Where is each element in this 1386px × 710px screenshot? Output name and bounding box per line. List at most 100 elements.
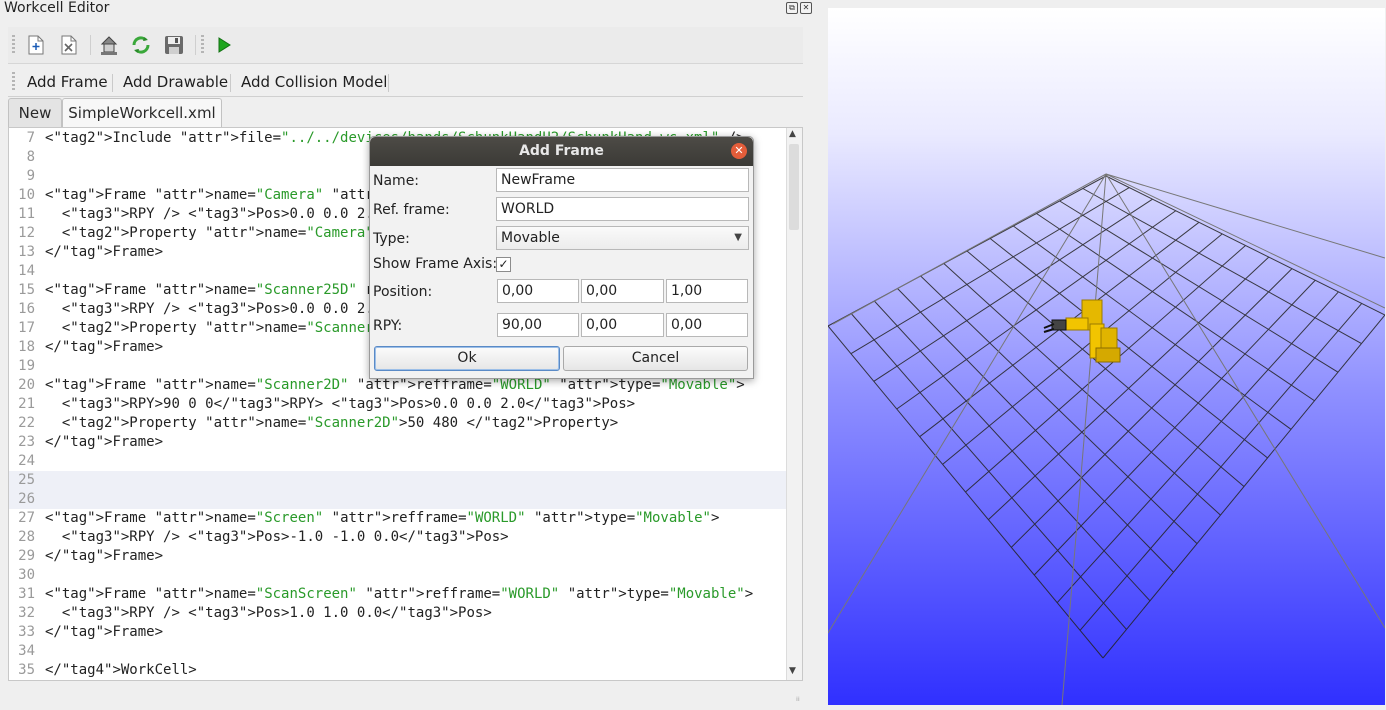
line-number: 14 <box>18 263 35 279</box>
line-number: 20 <box>18 377 35 393</box>
line-number: 18 <box>18 339 35 355</box>
scroll-up-icon[interactable]: ▲ <box>789 129 796 139</box>
line-number: 22 <box>18 415 35 431</box>
name-label: Name: <box>373 173 420 189</box>
code-line[interactable]: 29 </"tag">Frame> <box>9 547 787 566</box>
type-select[interactable]: Movable ▼ <box>496 226 749 250</box>
grid-line <box>1102 314 1385 659</box>
toolbar-grip <box>201 35 204 55</box>
line-text: </"tag">Frame> <box>45 244 164 260</box>
tab-new[interactable]: New <box>8 98 62 127</box>
robot-model <box>1043 299 1121 363</box>
grid-line <box>828 325 1104 659</box>
3d-viewport[interactable] <box>828 8 1385 705</box>
grid-line <box>920 275 1198 545</box>
line-number: 21 <box>18 396 35 412</box>
scroll-down-icon[interactable]: ▼ <box>789 666 796 676</box>
scene-grid <box>828 173 1385 705</box>
line-text: <"tag">Frame "attr">name="Screen" "attr"… <box>45 510 720 526</box>
line-number: 16 <box>18 301 35 317</box>
code-line[interactable]: 23 </"tag">Frame> <box>9 433 787 452</box>
show-frame-axis-label: Show Frame Axis: <box>373 256 498 272</box>
save-icon[interactable] <box>162 33 186 57</box>
code-line[interactable]: 24 <box>9 452 787 471</box>
line-number: 17 <box>18 320 35 336</box>
rpy-yaw-field[interactable]: 0,00 <box>666 313 748 337</box>
new-file-icon[interactable] <box>24 33 48 57</box>
code-line[interactable]: 34 <box>9 642 787 661</box>
cancel-button[interactable]: Cancel <box>563 346 748 371</box>
line-number: 8 <box>26 149 35 165</box>
add-frame-button[interactable]: Add Frame <box>27 73 108 91</box>
code-line[interactable]: 30 <box>9 566 787 585</box>
position-y-field[interactable]: 0,00 <box>581 279 664 303</box>
code-line[interactable]: 31 <"tag">Frame "attr">name="ScanScreen" … <box>9 585 787 604</box>
grid-line <box>1079 303 1363 631</box>
code-line[interactable]: 32 <"tag3">RPY /> <"tag3">Pos>1.0 1.0 0.… <box>9 604 787 623</box>
ref-frame-label: Ref. frame: <box>373 202 450 218</box>
toolbar <box>8 27 803 64</box>
toolbar-separator <box>388 74 389 92</box>
name-field[interactable]: NewFrame <box>496 168 749 192</box>
scroll-thumb[interactable] <box>789 144 799 230</box>
line-number: 12 <box>18 225 35 241</box>
line-text: </"tag4">WorkCell> <box>45 662 197 678</box>
type-label: Type: <box>373 231 410 247</box>
toolbar-separator <box>112 74 113 92</box>
toolbar-grip[interactable] <box>12 72 15 92</box>
add-collision-model-button[interactable]: Add Collision Model <box>241 73 387 91</box>
line-text: </"tag">Frame> <box>45 548 164 564</box>
line-number: 19 <box>18 358 35 374</box>
line-number: 26 <box>18 491 35 507</box>
position-label: Position: <box>373 284 433 300</box>
dock-title-bar: Workcell Editor ⧉ ✕ <box>0 0 815 20</box>
grid-line <box>850 313 1127 630</box>
position-z-field[interactable]: 1,00 <box>666 279 748 303</box>
toolbar-separator <box>195 35 196 55</box>
line-text: <"tag">Frame "attr">name="ScanScreen" "a… <box>45 586 754 602</box>
grid-line <box>897 288 1174 573</box>
line-number: 32 <box>18 605 35 621</box>
reload-icon[interactable] <box>129 33 153 57</box>
line-number: 15 <box>18 282 35 298</box>
code-line[interactable]: 21 <"tag3">RPY>90 0 0</"tag3">RPY> <"tag… <box>9 395 787 414</box>
code-line[interactable]: 33 </"tag">Frame> <box>9 623 787 642</box>
line-number: 30 <box>18 567 35 583</box>
rpy-pitch-field[interactable]: 0,00 <box>581 313 664 337</box>
close-file-icon[interactable] <box>57 33 81 57</box>
toolbar-grip[interactable] <box>12 35 15 55</box>
float-dock-icon[interactable]: ⧉ <box>786 2 798 14</box>
code-line[interactable]: 27 <"tag">Frame "attr">name="Screen" "att… <box>9 509 787 528</box>
line-text: </"tag">Frame> <box>45 339 164 355</box>
type-select-value: Movable <box>501 230 560 246</box>
camera-frustum <box>828 173 1385 705</box>
rpy-roll-field[interactable]: 90,00 <box>497 313 579 337</box>
open-file-icon[interactable] <box>97 33 121 57</box>
add-drawable-button[interactable]: Add Drawable <box>123 73 228 91</box>
position-x-field[interactable]: 0,00 <box>497 279 579 303</box>
code-line[interactable]: 35 </"tag4">WorkCell> <box>9 661 787 680</box>
ok-button[interactable]: Ok <box>374 346 560 371</box>
show-frame-axis-checkbox[interactable]: ✓ <box>496 257 511 272</box>
resize-grip-icon[interactable]: ⁞⁞ <box>796 696 804 704</box>
line-number: 10 <box>18 187 35 203</box>
line-number: 9 <box>26 168 35 184</box>
line-text: <"tag3">RPY /> <"tag3">Pos>-1.0 -1.0 0.0… <box>45 529 509 545</box>
run-icon[interactable] <box>212 33 236 57</box>
vertical-scrollbar[interactable]: ▲ ▼ <box>786 128 802 680</box>
line-text: <"tag3">RPY /> <"tag3">Pos>1.0 1.0 0.0</… <box>45 605 492 621</box>
dialog-title: Add Frame <box>370 137 753 166</box>
code-line[interactable]: 26 <box>9 490 787 509</box>
close-icon[interactable]: ✕ <box>731 143 747 159</box>
ref-frame-field[interactable]: WORLD <box>496 197 749 221</box>
code-line[interactable]: 28 <"tag3">RPY /> <"tag3">Pos>-1.0 -1.0 … <box>9 528 787 547</box>
tab-simpleworkcell[interactable]: SimpleWorkcell.xml <box>62 98 222 128</box>
line-text: </"tag">Frame> <box>45 624 164 640</box>
add-toolbar: Add Frame Add Drawable Add Collision Mod… <box>8 66 803 97</box>
close-dock-icon[interactable]: ✕ <box>800 2 812 14</box>
line-number: 11 <box>18 206 35 222</box>
line-number: 34 <box>18 643 35 659</box>
toolbar-separator <box>90 35 91 55</box>
code-line[interactable]: 25 <box>9 471 787 490</box>
code-line[interactable]: 22 <"tag2">Property "attr">name="Scanner… <box>9 414 787 433</box>
